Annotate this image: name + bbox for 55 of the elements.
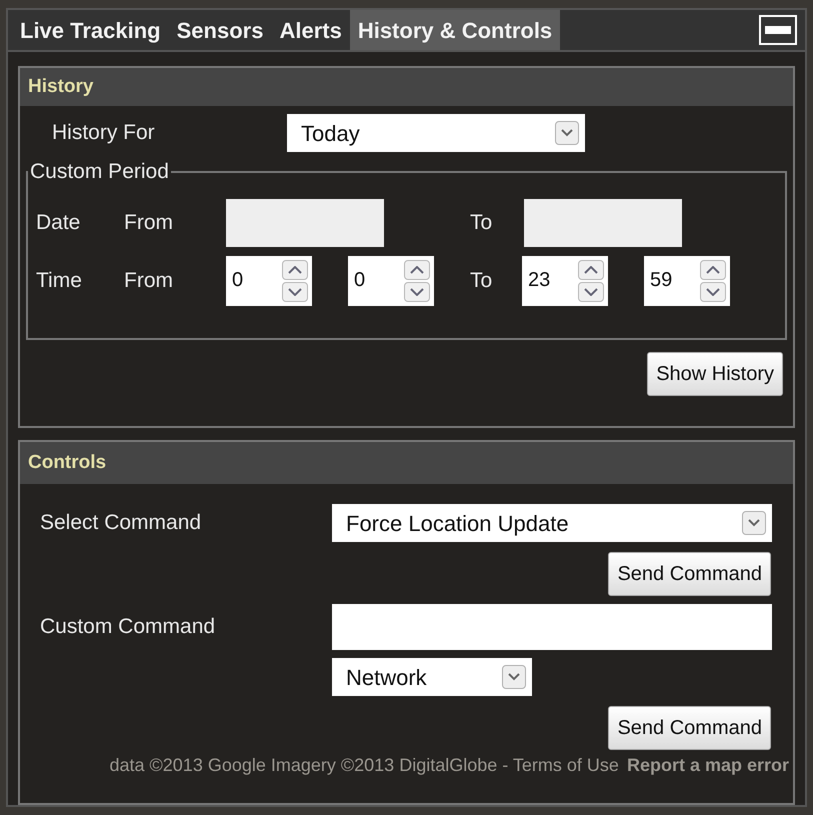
from-label: From (124, 210, 174, 236)
select-command-label: Select Command (40, 510, 202, 536)
time-spinner[interactable]: 0 (226, 256, 312, 306)
caret-icon (508, 673, 520, 681)
spin-down-button[interactable] (282, 282, 308, 302)
history-for-dropdown[interactable]: Today (287, 114, 585, 152)
chevron-up-icon (706, 266, 720, 274)
spin-down-button[interactable] (404, 282, 430, 302)
chevron-down-icon (584, 288, 598, 296)
to-label: To (470, 268, 494, 294)
dropdown-caret-button[interactable] (742, 511, 766, 535)
map-attribution: data ©2013 Google Imagery ©2013 DigitalGlobe - Terms of Use (109, 754, 619, 777)
command-dropdown[interactable]: Force Location Update (332, 504, 772, 542)
dropdown-caret-button[interactable] (502, 665, 526, 689)
time-spinner[interactable]: 23 (522, 256, 608, 306)
report-map-error-link[interactable]: Report a map error (626, 752, 789, 779)
spin-down-button[interactable] (578, 282, 604, 302)
send-command-button[interactable]: Send Command (608, 552, 771, 596)
send-command-button[interactable]: Send Command (608, 706, 771, 750)
dropdown-caret-button[interactable] (555, 121, 579, 145)
section-title: History (28, 74, 94, 99)
custom-command-field[interactable] (332, 604, 772, 650)
tab[interactable]: Sensors (168, 10, 272, 50)
date-from-field[interactable] (226, 198, 384, 246)
time-spinner[interactable]: 59 (644, 256, 730, 306)
from-label: From (124, 268, 174, 294)
caret-icon (748, 519, 760, 527)
time-spinner[interactable]: 0 (348, 256, 434, 306)
tab[interactable]: Live Tracking (12, 10, 169, 50)
section-title: Controls (28, 450, 106, 475)
spin-up-button[interactable] (700, 260, 726, 280)
time-label: Time (36, 268, 83, 294)
minimize-button[interactable] (759, 15, 797, 45)
chevron-up-icon (584, 266, 598, 274)
channel-dropdown[interactable]: Network (332, 658, 532, 696)
caret-icon (561, 129, 573, 137)
spin-up-button[interactable] (404, 260, 430, 280)
spin-up-button[interactable] (578, 260, 604, 280)
tab[interactable]: History & Controls (350, 10, 560, 50)
spin-up-button[interactable] (282, 260, 308, 280)
spin-down-button[interactable] (700, 282, 726, 302)
custom-command-label: Custom Command (40, 614, 216, 640)
chevron-up-icon (288, 266, 302, 274)
minimize-icon (765, 26, 791, 34)
show-history-button[interactable]: Show History (647, 352, 783, 396)
tab[interactable]: Alerts (271, 10, 350, 50)
date-label: Date (36, 210, 82, 236)
custom-period-legend: Custom Period (28, 156, 171, 188)
to-label: To (470, 210, 494, 236)
history-for-label: History For (52, 120, 156, 146)
chevron-down-icon (706, 288, 720, 296)
chevron-down-icon (288, 288, 302, 296)
chevron-up-icon (410, 266, 424, 274)
chevron-down-icon (410, 288, 424, 296)
date-to-field[interactable] (524, 198, 682, 246)
